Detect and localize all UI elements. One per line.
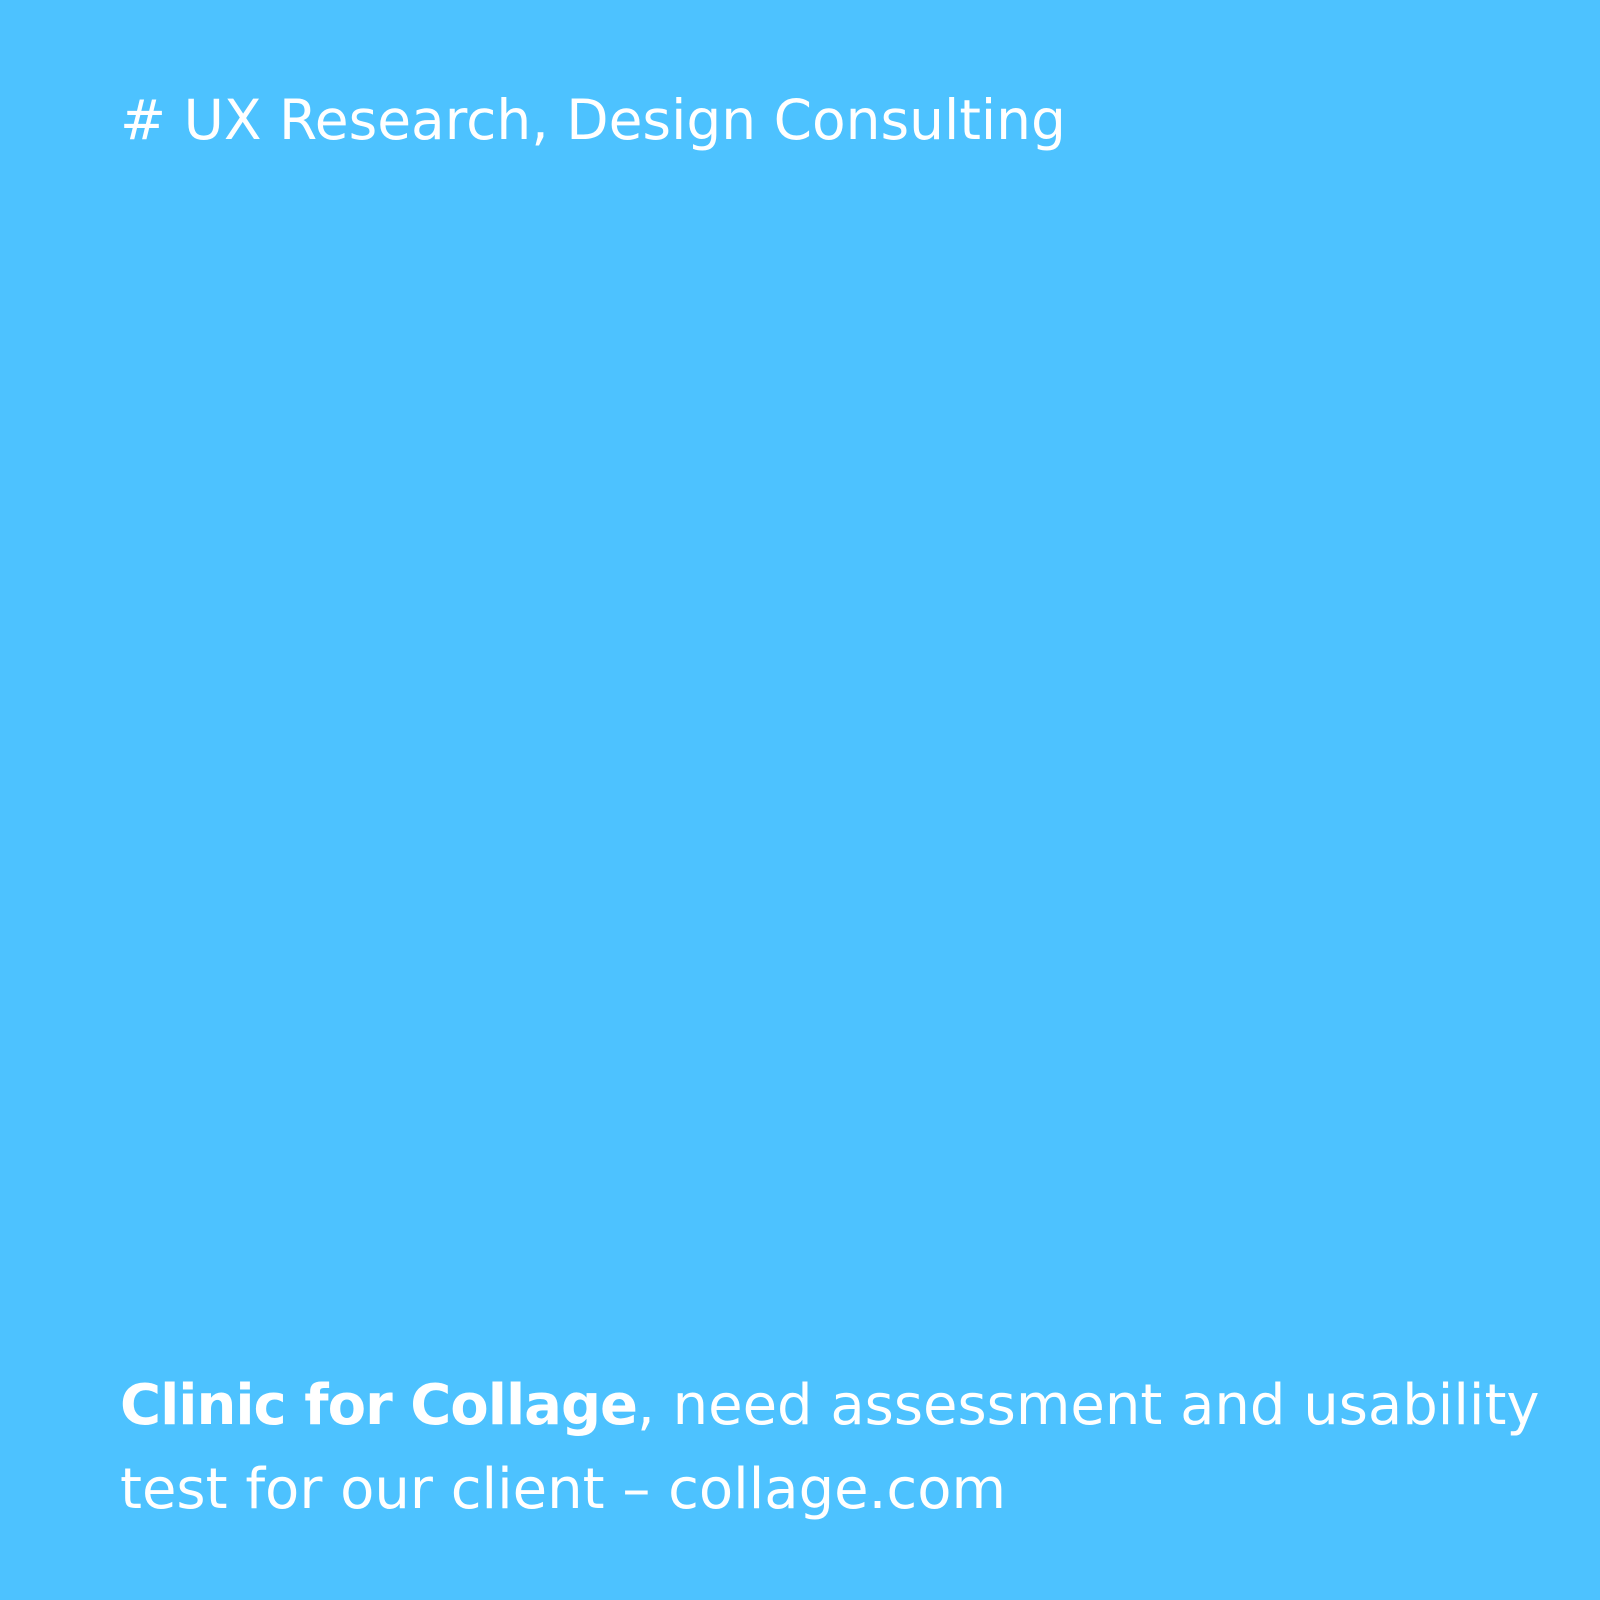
description-line-1: Clinic for Collage, need assessment and … [120,1364,1540,1448]
description-line-2: test for our client – collage.com [120,1457,1007,1522]
description-line-1-rest: , need assessment and usability [637,1373,1540,1438]
category-tags: # UX Research, Design Consulting [120,88,1066,152]
project-card: { "card": { "background_color": "#4dc2ff… [0,0,1600,1600]
project-name: Clinic for Collage [120,1373,638,1438]
project-description: Clinic for Collage, need assessment and … [120,1364,1540,1532]
